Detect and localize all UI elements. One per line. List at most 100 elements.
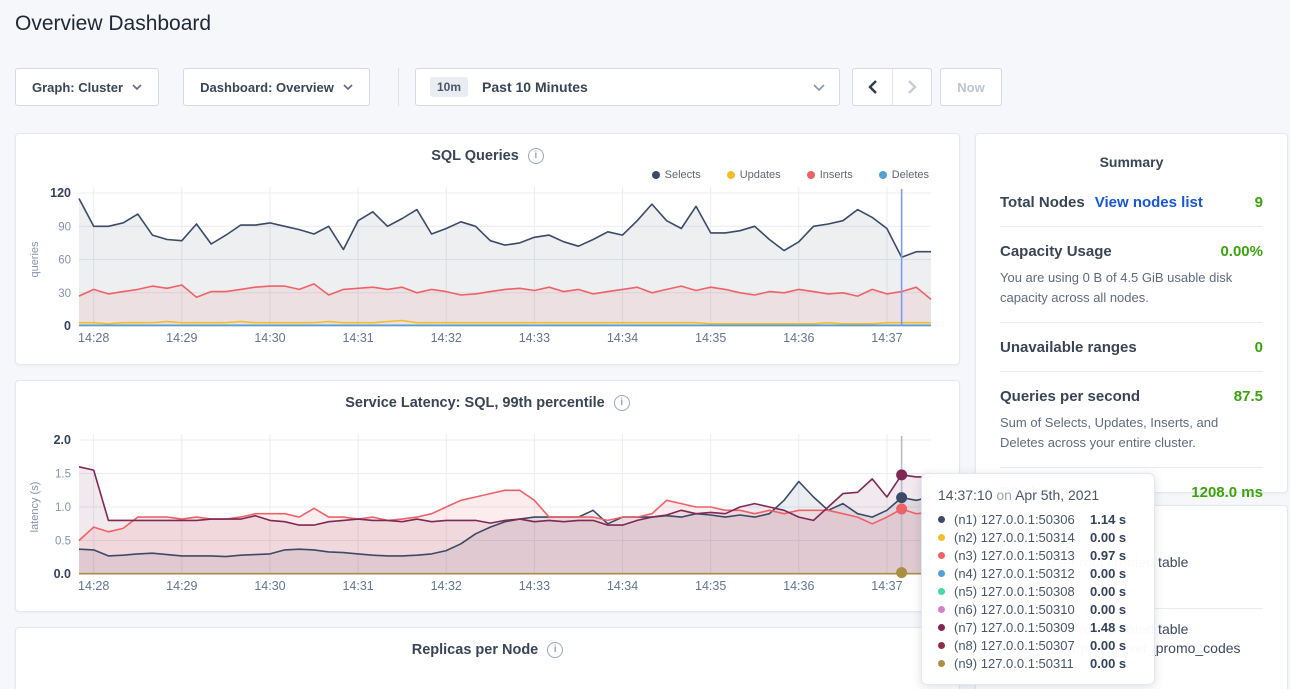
summary-row: Total NodesView nodes list9 xyxy=(1000,178,1263,227)
info-icon[interactable]: i xyxy=(528,148,544,164)
legend-item-updates[interactable]: Updates xyxy=(727,169,781,181)
node-latency-value: 0.00 s xyxy=(1090,584,1126,599)
service-latency-title: Service Latency: SQL, 99th percentile xyxy=(345,395,605,411)
node-latency-value: 1.48 s xyxy=(1090,620,1126,635)
summary-row-description: You are using 0 B of 4.5 GiB usable disk… xyxy=(1000,268,1263,307)
node-latency-value: 1.14 s xyxy=(1090,512,1126,527)
svg-text:14:36: 14:36 xyxy=(783,331,814,345)
summary-rows: Total NodesView nodes list9Capacity Usag… xyxy=(976,178,1287,516)
view-nodes-list-link[interactable]: View nodes list xyxy=(1095,194,1203,211)
legend-dot xyxy=(652,171,660,179)
svg-text:90: 90 xyxy=(58,221,71,233)
svg-text:14:32: 14:32 xyxy=(431,331,462,345)
svg-text:1.5: 1.5 xyxy=(55,469,71,481)
svg-text:14:35: 14:35 xyxy=(695,331,726,345)
graph-dropdown-label: Graph: Cluster xyxy=(32,80,123,95)
svg-text:0.5: 0.5 xyxy=(55,536,71,548)
summary-row-value: 0.00% xyxy=(1220,243,1263,260)
legend-label: Inserts xyxy=(820,169,853,181)
legend-item-deletes[interactable]: Deletes xyxy=(879,169,929,181)
summary-row-value: 9 xyxy=(1255,194,1263,211)
tooltip-node-row: (n1) 127.0.0.1:503061.14 s xyxy=(938,510,1142,528)
svg-text:14:30: 14:30 xyxy=(254,579,285,593)
node-color-dot xyxy=(938,552,945,559)
controls-bar: Graph: Cluster Dashboard: Overview 10m P… xyxy=(15,68,1002,106)
chevron-down-icon xyxy=(343,84,353,90)
svg-text:14:33: 14:33 xyxy=(519,331,550,345)
sql-queries-title-row: SQL Queries i xyxy=(16,148,959,164)
next-range-button[interactable] xyxy=(892,69,931,105)
tooltip-node-row: (n4) 127.0.0.1:50312 0.00 s xyxy=(938,564,1142,582)
legend-dot xyxy=(727,171,735,179)
node-latency-value: 0.00 s xyxy=(1090,638,1126,653)
node-address: (n2) 127.0.0.1:50314 xyxy=(954,530,1084,545)
chevron-down-icon xyxy=(132,84,142,90)
node-color-dot xyxy=(938,570,945,577)
dashboard-dropdown-label: Dashboard: Overview xyxy=(200,80,334,95)
dashboard-dropdown[interactable]: Dashboard: Overview xyxy=(183,68,370,106)
service-latency-chart[interactable]: 14:2814:2914:3014:3114:3214:3314:3414:35… xyxy=(16,414,959,598)
node-color-dot xyxy=(938,624,945,631)
now-button[interactable]: Now xyxy=(940,68,1002,106)
legend-label: Selects xyxy=(665,169,701,181)
legend-label: Deletes xyxy=(892,169,929,181)
svg-text:14:34: 14:34 xyxy=(607,579,638,593)
time-range-dropdown[interactable]: 10m Past 10 Minutes xyxy=(415,68,840,106)
prev-range-button[interactable] xyxy=(853,69,892,105)
chevron-left-icon xyxy=(867,79,878,95)
tooltip-node-rows: (n1) 127.0.0.1:503061.14 s(n2) 127.0.0.1… xyxy=(938,510,1142,672)
summary-row-head: Total NodesView nodes list9 xyxy=(1000,194,1263,211)
svg-text:14:30: 14:30 xyxy=(254,331,285,345)
summary-row-value: 0 xyxy=(1255,339,1263,356)
tooltip-node-row: (n6) 127.0.0.1:503100.00 s xyxy=(938,600,1142,618)
sql-queries-card: SQL Queries i Selects Updates Inserts Delet… xyxy=(15,133,960,365)
node-address: (n6) 127.0.0.1:50310 xyxy=(954,602,1084,617)
summary-row-head: Capacity Usage 0.00% xyxy=(1000,243,1263,260)
summary-row-head: Queries per second87.5 xyxy=(1000,388,1263,405)
sql-queries-chart[interactable]: 14:2814:2914:3014:3114:3214:3314:3414:35… xyxy=(16,184,959,349)
tooltip-timestamp: 14:37:10 on Apr 5th, 2021 xyxy=(938,487,1142,503)
node-color-dot xyxy=(938,516,945,523)
svg-text:1.0: 1.0 xyxy=(55,502,71,514)
info-icon[interactable]: i xyxy=(614,395,630,411)
legend-item-selects[interactable]: Selects xyxy=(652,169,701,181)
service-latency-title-row: Service Latency: SQL, 99th percentile i xyxy=(16,395,959,411)
tooltip-node-row: (n3) 127.0.0.1:50313 0.97 s xyxy=(938,546,1142,564)
graph-dropdown[interactable]: Graph: Cluster xyxy=(15,68,159,106)
tooltip-node-row: (n2) 127.0.0.1:503140.00 s xyxy=(938,528,1142,546)
svg-text:14:28: 14:28 xyxy=(78,579,109,593)
summary-row-value: 1208.0 ms xyxy=(1191,484,1263,501)
time-range-pager xyxy=(852,68,932,106)
legend-dot xyxy=(879,171,887,179)
page-title: Overview Dashboard xyxy=(15,12,211,36)
chevron-down-icon xyxy=(813,84,825,91)
node-address: (n4) 127.0.0.1:50312 xyxy=(954,566,1084,581)
service-latency-card: Service Latency: SQL, 99th percentile i … xyxy=(15,380,960,612)
tooltip-node-row: (n9) 127.0.0.1:503110.00 s xyxy=(938,654,1142,672)
summary-title: Summary xyxy=(976,154,1287,170)
summary-row-label: Capacity Usage xyxy=(1000,243,1112,260)
svg-text:0.0: 0.0 xyxy=(54,567,71,581)
svg-text:14:28: 14:28 xyxy=(78,331,109,345)
svg-text:14:37: 14:37 xyxy=(871,579,902,593)
node-color-dot xyxy=(938,606,945,613)
svg-text:queries: queries xyxy=(29,241,41,278)
svg-text:30: 30 xyxy=(58,288,71,300)
legend-dot xyxy=(807,171,815,179)
node-latency-value: 0.00 s xyxy=(1090,566,1126,581)
svg-text:120: 120 xyxy=(50,186,71,200)
node-address: (n3) 127.0.0.1:50313 xyxy=(954,548,1084,563)
node-color-dot xyxy=(938,660,945,667)
summary-card: Summary Total NodesView nodes list9Capac… xyxy=(975,133,1288,493)
svg-text:14:31: 14:31 xyxy=(342,579,373,593)
node-address: (n8) 127.0.0.1:50307 xyxy=(954,638,1084,653)
legend-item-inserts[interactable]: Inserts xyxy=(807,169,853,181)
svg-text:14:29: 14:29 xyxy=(166,331,197,345)
sql-queries-title: SQL Queries xyxy=(431,148,519,164)
node-color-dot xyxy=(938,534,945,541)
summary-row-label: Queries per second xyxy=(1000,388,1140,405)
summary-row-head: Unavailable ranges0 xyxy=(1000,339,1263,356)
info-icon[interactable]: i xyxy=(547,642,563,658)
svg-text:14:37: 14:37 xyxy=(871,331,902,345)
node-latency-value: 0.97 s xyxy=(1090,548,1126,563)
